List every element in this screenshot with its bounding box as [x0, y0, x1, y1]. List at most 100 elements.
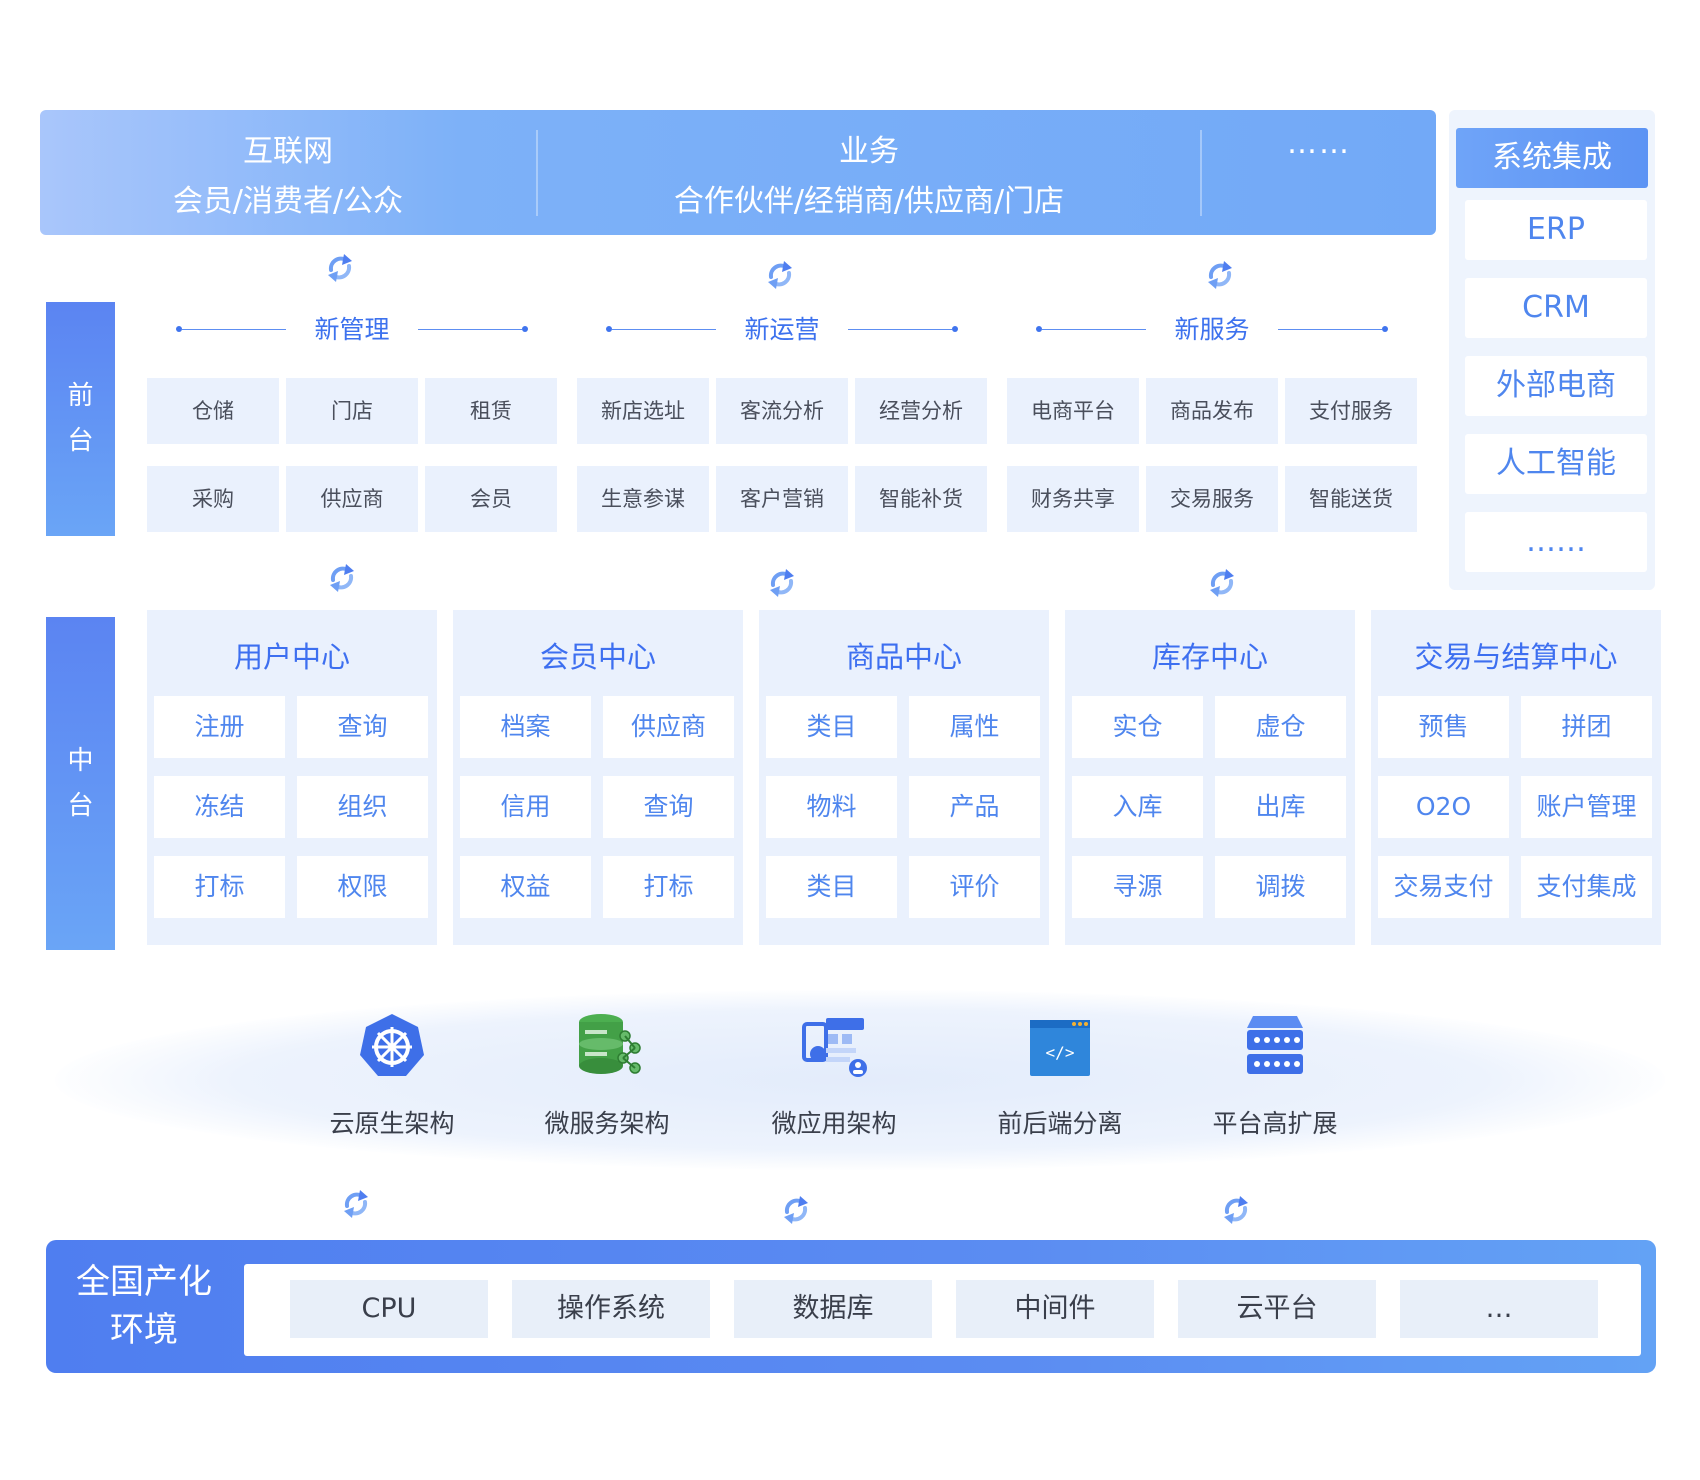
- front-cell: 客户营销: [716, 466, 848, 532]
- sync-arrow-icon: [324, 560, 360, 596]
- environment-item-cpu: CPU: [290, 1280, 488, 1338]
- architecture-label: 微服务架构: [544, 1109, 670, 1138]
- middle-cell: 权益: [460, 856, 591, 918]
- middle-panel-title: 商品中心: [845, 640, 962, 674]
- middle-cell: 属性: [909, 696, 1040, 758]
- business-subtitle: 合作伙伴/经销商/供应商/门店: [673, 184, 1065, 219]
- environment-item-middleware: 中间件: [956, 1280, 1154, 1338]
- system-item-external-ecommerce: 外部电商: [1465, 356, 1647, 416]
- architecture-item: 云原生架构: [307, 1010, 477, 1140]
- front-cell: 供应商: [286, 466, 418, 532]
- front-cell: 经营分析: [855, 378, 987, 444]
- middle-cell: 寻源: [1072, 856, 1203, 918]
- business-title: 业务: [839, 134, 899, 169]
- architecture-label: 前后端分离: [997, 1109, 1123, 1138]
- front-cell: 支付服务: [1285, 378, 1417, 444]
- system-item-more: ……: [1465, 512, 1647, 572]
- middle-cell: 物料: [766, 776, 897, 838]
- middle-panel-title: 用户中心: [233, 640, 350, 674]
- front-cell: 新店选址: [577, 378, 709, 444]
- middle-panel-title: 会员中心: [539, 640, 656, 674]
- sync-arrow-icon: [338, 1186, 374, 1222]
- front-cell: 采购: [147, 466, 279, 532]
- middle-panel-title: 库存中心: [1151, 640, 1268, 674]
- middle-cell: 虚仓: [1215, 696, 1346, 758]
- app-window-icon: [802, 1018, 867, 1077]
- system-item-erp: ERP: [1465, 200, 1647, 260]
- sync-arrow-icon: [1218, 1192, 1254, 1228]
- front-group-header: 新运营: [606, 310, 958, 350]
- front-group-title: 新运营: [744, 315, 820, 344]
- front-tier-label: 前 台: [46, 302, 115, 536]
- architecture-label: 微应用架构: [771, 1109, 897, 1138]
- svg-text:</>: </>: [1046, 1043, 1075, 1062]
- front-cell: 财务共享: [1007, 466, 1139, 532]
- front-cell: 智能补货: [855, 466, 987, 532]
- code-window-icon: </>: [1030, 1020, 1090, 1076]
- middle-cell: 入库: [1072, 776, 1203, 838]
- middle-cell: 支付集成: [1521, 856, 1652, 918]
- front-cell: 商品发布: [1146, 378, 1278, 444]
- middle-panel-user-center: 用户中心 注册 查询 冻结 组织 打标 权限: [147, 610, 437, 945]
- internet-subtitle: 会员/消费者/公众: [172, 184, 404, 219]
- domestic-environment-title: 全国产化 环境: [46, 1258, 242, 1354]
- architecture-label: 平台高扩展: [1212, 1109, 1338, 1138]
- middle-cell: 组织: [297, 776, 428, 838]
- middle-cell: 查询: [603, 776, 734, 838]
- middle-cell: 交易支付: [1378, 856, 1509, 918]
- middle-cell: 查询: [297, 696, 428, 758]
- front-cell: 交易服务: [1146, 466, 1278, 532]
- front-cell: 生意参谋: [577, 466, 709, 532]
- front-cell: 租赁: [425, 378, 557, 444]
- architecture-item: 微服务架构: [522, 1010, 692, 1140]
- middle-cell: 注册: [154, 696, 285, 758]
- middle-cell: 调拨: [1215, 856, 1346, 918]
- front-label-char: 前: [67, 381, 94, 411]
- system-integration-panel: 系统集成 ERP CRM 外部电商 人工智能 ……: [1449, 110, 1655, 590]
- internet-title: 互联网: [243, 134, 333, 169]
- business-segment: 业务 合作伙伴/经销商/供应商/门店: [538, 110, 1200, 235]
- middle-label-char: 台: [67, 791, 94, 821]
- server-rack-icon: [1247, 1016, 1303, 1074]
- environment-item-database: 数据库: [734, 1280, 932, 1338]
- front-group-title: 新管理: [314, 315, 390, 344]
- architecture-label: 云原生架构: [329, 1109, 455, 1138]
- architecture-item: 平台高扩展: [1190, 1010, 1360, 1140]
- middle-cell: 冻结: [154, 776, 285, 838]
- front-cell: 电商平台: [1007, 378, 1139, 444]
- front-label-char: 台: [67, 426, 94, 456]
- middle-cell: 打标: [603, 856, 734, 918]
- middle-cell: 实仓: [1072, 696, 1203, 758]
- middle-cell: 档案: [460, 696, 591, 758]
- middle-panel-member-center: 会员中心 档案 供应商 信用 查询 权益 打标: [453, 610, 743, 945]
- middle-tier-label: 中 台: [46, 617, 115, 950]
- system-item-ai: 人工智能: [1465, 434, 1647, 494]
- middle-cell: 类目: [766, 696, 897, 758]
- environment-item-cloud-platform: 云平台: [1178, 1280, 1376, 1338]
- domestic-environment-list: CPU 操作系统 数据库 中间件 云平台 …: [244, 1264, 1641, 1356]
- middle-panel-product-center: 商品中心 类目 属性 物料 产品 类目 评价: [759, 610, 1049, 945]
- front-group-header: 新服务: [1036, 310, 1388, 350]
- middle-cell: 类目: [766, 856, 897, 918]
- sync-arrow-icon: [1202, 257, 1238, 293]
- sync-arrow-icon: [1204, 565, 1240, 601]
- middle-cell: 预售: [1378, 696, 1509, 758]
- system-item-crm: CRM: [1465, 278, 1647, 338]
- middle-panel-title: 交易与结算中心: [1414, 640, 1618, 674]
- front-cell: 客流分析: [716, 378, 848, 444]
- middle-panel-trade-settlement-center: 交易与结算中心 预售 拼团 O2O 账户管理 交易支付 支付集成: [1371, 610, 1661, 945]
- front-cell: 会员: [425, 466, 557, 532]
- middle-cell: 信用: [460, 776, 591, 838]
- front-cell: 智能送货: [1285, 466, 1417, 532]
- front-cell: 门店: [286, 378, 418, 444]
- middle-cell: 拼团: [1521, 696, 1652, 758]
- middle-cell: 产品: [909, 776, 1040, 838]
- internet-segment: 互联网 会员/消费者/公众: [40, 110, 536, 235]
- sync-arrow-icon: [322, 250, 358, 286]
- sync-arrow-icon: [764, 565, 800, 601]
- sync-arrow-icon: [778, 1192, 814, 1228]
- environment-item-more: …: [1400, 1280, 1598, 1338]
- front-group-title: 新服务: [1174, 315, 1250, 344]
- middle-panel-inventory-center: 库存中心 实仓 虚仓 入库 出库 寻源 调拨: [1065, 610, 1355, 945]
- middle-cell: 打标: [154, 856, 285, 918]
